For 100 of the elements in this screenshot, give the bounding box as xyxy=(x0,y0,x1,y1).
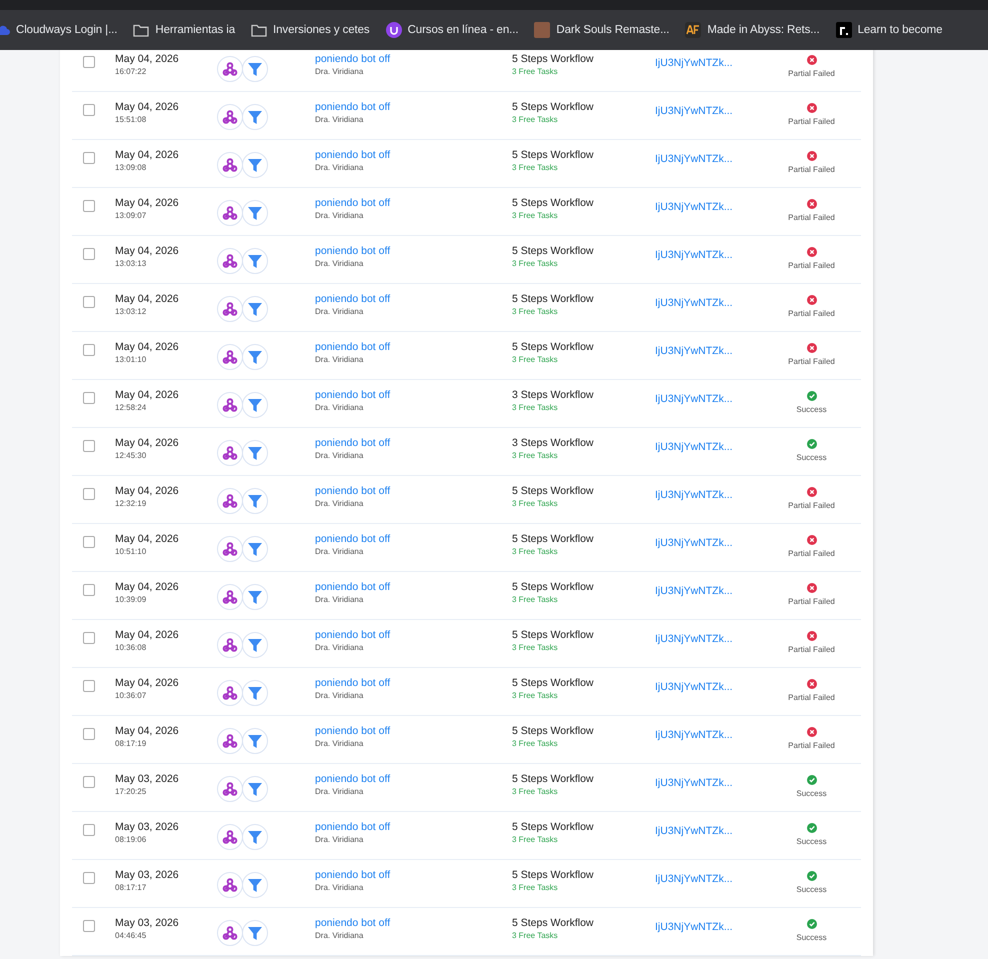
webhook-icon xyxy=(217,920,243,946)
free-tasks: 3 Free Tasks xyxy=(512,643,558,652)
workflow-name-link[interactable]: poniendo bot off xyxy=(315,485,390,497)
workflow-name-link[interactable]: poniendo bot off xyxy=(315,533,390,545)
row-checkbox[interactable] xyxy=(83,536,95,548)
bookmark-link[interactable]: Dark Souls Remaste... xyxy=(534,22,670,38)
run-id-link[interactable]: IjU3NjYwNTZk... xyxy=(655,489,733,501)
row-checkbox[interactable] xyxy=(83,680,95,692)
run-time: 10:36:08 xyxy=(115,643,146,652)
run-id-link[interactable]: IjU3NjYwNTZk... xyxy=(655,105,733,117)
webhook-icon xyxy=(217,584,243,610)
webhook-icon xyxy=(217,776,243,802)
owner-name: Dra. Viridiana xyxy=(315,835,364,844)
run-id-link[interactable]: IjU3NjYwNTZk... xyxy=(655,345,733,357)
owner-name: Dra. Viridiana xyxy=(315,787,364,796)
webhook-icon xyxy=(217,728,243,754)
workflow-name-link[interactable]: poniendo bot off xyxy=(315,389,390,401)
row-checkbox[interactable] xyxy=(83,584,95,596)
workflow-name-link[interactable]: poniendo bot off xyxy=(315,197,390,209)
free-tasks: 3 Free Tasks xyxy=(512,211,558,220)
webhook-icon xyxy=(217,392,243,418)
run-id-link[interactable]: IjU3NjYwNTZk... xyxy=(655,921,733,933)
run-id-link[interactable]: IjU3NjYwNTZk... xyxy=(655,873,733,885)
run-id-link[interactable]: IjU3NjYwNTZk... xyxy=(655,633,733,645)
workflow-name-link[interactable]: poniendo bot off xyxy=(315,773,390,785)
run-id-link[interactable]: IjU3NjYwNTZk... xyxy=(655,297,733,309)
workflow-name-link[interactable]: poniendo bot off xyxy=(315,293,390,305)
row-checkbox[interactable] xyxy=(83,200,95,212)
filter-icon xyxy=(242,680,268,706)
bookmark-link[interactable]: Herramientas ia xyxy=(133,24,236,36)
run-id-link[interactable]: IjU3NjYwNTZk... xyxy=(655,729,733,741)
workflow-name-link[interactable]: poniendo bot off xyxy=(315,245,390,257)
row-checkbox[interactable] xyxy=(83,248,95,260)
workflow-name-link[interactable]: poniendo bot off xyxy=(315,581,390,593)
workflow-name-link[interactable]: poniendo bot off xyxy=(315,437,390,449)
run-id-link[interactable]: IjU3NjYwNTZk... xyxy=(655,153,733,165)
status-label: Partial Failed xyxy=(788,693,835,702)
run-id-link[interactable]: IjU3NjYwNTZk... xyxy=(655,777,733,789)
workflow-name-link[interactable]: poniendo bot off xyxy=(315,53,390,65)
bookmark-link[interactable]: Learn to become xyxy=(836,22,942,38)
filter-icon xyxy=(242,104,268,130)
run-id-link[interactable]: IjU3NjYwNTZk... xyxy=(655,585,733,597)
row-checkbox[interactable] xyxy=(83,440,95,452)
workflow-name-link[interactable]: poniendo bot off xyxy=(315,341,390,353)
run-id-link[interactable]: IjU3NjYwNTZk... xyxy=(655,825,733,837)
workflow-name-link[interactable]: poniendo bot off xyxy=(315,725,390,737)
run-time: 12:32:19 xyxy=(115,499,146,508)
row-checkbox[interactable] xyxy=(83,776,95,788)
webhook-icon xyxy=(217,872,243,898)
run-id-link[interactable]: IjU3NjYwNTZk... xyxy=(655,537,733,549)
workflow-name-link[interactable]: poniendo bot off xyxy=(315,821,390,833)
row-checkbox[interactable] xyxy=(83,344,95,356)
status-label: Partial Failed xyxy=(788,501,835,510)
workflow-steps: 5 Steps Workflow xyxy=(512,533,594,545)
status-label: Success xyxy=(796,837,827,846)
run-id-link[interactable]: IjU3NjYwNTZk... xyxy=(655,393,733,405)
owner-name: Dra. Viridiana xyxy=(315,691,364,700)
bookmark-link[interactable]: Made in Abyss: Rets... xyxy=(685,22,820,38)
row-checkbox[interactable] xyxy=(83,392,95,404)
run-id-link[interactable]: IjU3NjYwNTZk... xyxy=(655,249,733,261)
status-label: Partial Failed xyxy=(788,309,835,318)
run-time: 16:07:22 xyxy=(115,67,146,76)
run-time: 13:09:07 xyxy=(115,211,146,220)
run-id-link[interactable]: IjU3NjYwNTZk... xyxy=(655,201,733,213)
status-label: Success xyxy=(796,453,827,462)
status-label: Partial Failed xyxy=(788,741,835,750)
row-checkbox[interactable] xyxy=(83,56,95,68)
free-tasks: 3 Free Tasks xyxy=(512,451,558,460)
workflow-steps: 5 Steps Workflow xyxy=(512,869,594,881)
filter-icon xyxy=(242,536,268,562)
row-checkbox[interactable] xyxy=(83,920,95,932)
run-date: May 03, 2026 xyxy=(115,773,179,785)
bookmark-link[interactable]: Inversiones y cetes xyxy=(251,24,370,36)
run-date: May 04, 2026 xyxy=(115,725,179,737)
workflow-name-link[interactable]: poniendo bot off xyxy=(315,677,390,689)
bookmark-link[interactable]: Cloudways Login |... xyxy=(0,24,118,36)
run-time: 10:51:10 xyxy=(115,547,146,556)
row-checkbox[interactable] xyxy=(83,152,95,164)
row-checkbox[interactable] xyxy=(83,632,95,644)
run-id-link[interactable]: IjU3NjYwNTZk... xyxy=(655,681,733,693)
workflow-name-link[interactable]: poniendo bot off xyxy=(315,869,390,881)
filter-icon xyxy=(242,728,268,754)
workflow-name-link[interactable]: poniendo bot off xyxy=(315,149,390,161)
bookmark-link[interactable]: Cursos en línea - en... xyxy=(386,22,518,38)
owner-name: Dra. Viridiana xyxy=(315,739,364,748)
row-checkbox[interactable] xyxy=(83,728,95,740)
row-checkbox[interactable] xyxy=(83,488,95,500)
run-id-link[interactable]: IjU3NjYwNTZk... xyxy=(655,441,733,453)
filter-icon xyxy=(242,584,268,610)
row-checkbox[interactable] xyxy=(83,824,95,836)
row-checkbox[interactable] xyxy=(83,872,95,884)
workflow-name-link[interactable]: poniendo bot off xyxy=(315,101,390,113)
run-id-link[interactable]: IjU3NjYwNTZk... xyxy=(655,57,733,69)
row-checkbox[interactable] xyxy=(83,104,95,116)
workflow-name-link[interactable]: poniendo bot off xyxy=(315,917,390,929)
webhook-icon xyxy=(217,152,243,178)
row-checkbox[interactable] xyxy=(83,296,95,308)
run-time: 13:09:08 xyxy=(115,163,146,172)
u-logo-icon xyxy=(386,22,402,38)
workflow-name-link[interactable]: poniendo bot off xyxy=(315,629,390,641)
